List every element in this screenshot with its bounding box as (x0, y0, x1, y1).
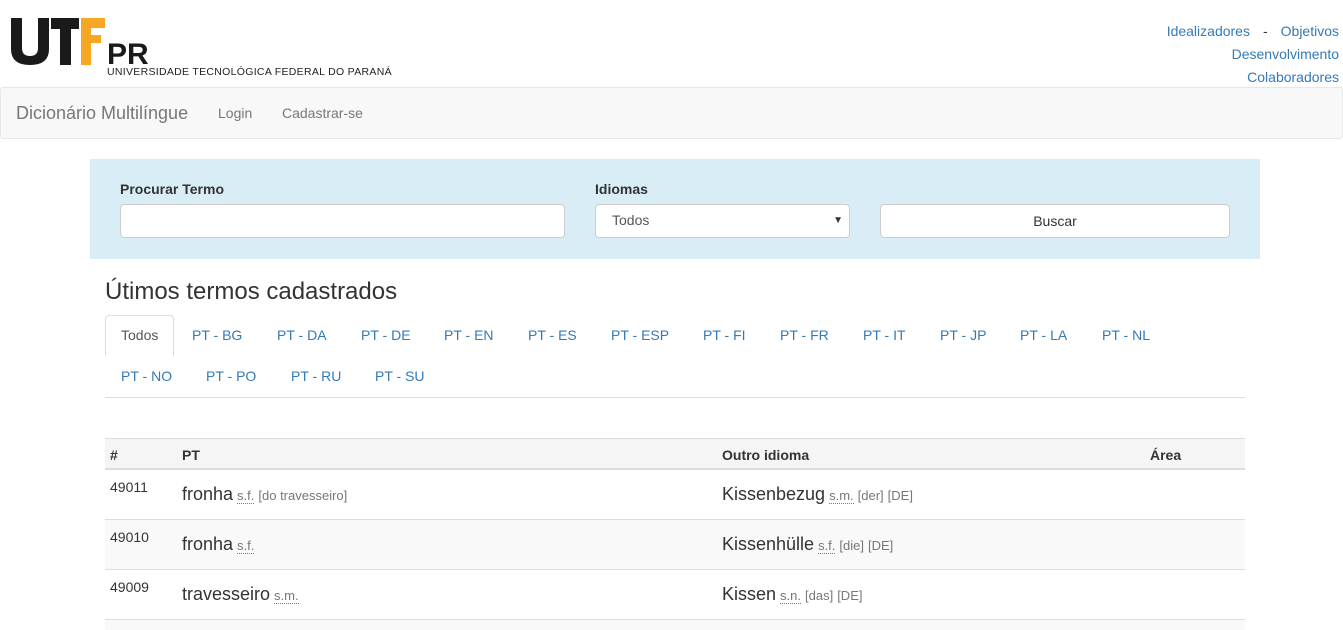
link-separator: - (1262, 23, 1268, 39)
search-button[interactable]: Buscar (880, 204, 1230, 238)
col-other: Outro idioma (722, 447, 810, 463)
term-label: Procurar Termo (120, 181, 224, 197)
tab-pt-nl[interactable]: PT - NL (1087, 315, 1165, 356)
other-term[interactable]: Kissenbezug (722, 484, 825, 504)
tab-pt-po[interactable]: PT - PO (191, 356, 271, 397)
top-links: Idealizadores - Objetivos Desenvolvimento … (1167, 20, 1339, 89)
row-id: 49010 (110, 529, 149, 545)
other-class: s.m. (829, 488, 854, 504)
row-pt: travesseiro s.m. (182, 584, 299, 605)
navbar: Dicionário Multilíngue Login Cadastrar-s… (0, 87, 1343, 139)
tab-pt-su[interactable]: PT - SU (360, 356, 440, 397)
navbar-brand[interactable]: Dicionário Multilíngue (16, 103, 188, 124)
top-header: PR UNIVERSIDADE TECNOLÓGICA FEDERAL DO P… (0, 0, 1343, 87)
table-header: # PT Outro idioma Área (105, 438, 1245, 470)
lang-label: Idiomas (595, 181, 648, 197)
svg-text:PR: PR (107, 38, 149, 68)
row-id: 49011 (110, 479, 148, 495)
tab-pt-jp[interactable]: PT - JP (925, 315, 1001, 356)
tab-pt-no[interactable]: PT - NO (106, 356, 187, 397)
link-colaboradores[interactable]: Colaboradores (1247, 69, 1339, 85)
tab-pt-fr[interactable]: PT - FR (765, 315, 844, 356)
section-title: Útimos termos cadastrados (105, 278, 398, 305)
tab-pt-la[interactable]: PT - LA (1005, 315, 1082, 356)
search-panel: Procurar Termo Idiomas Todos ▼ Buscar (90, 159, 1260, 259)
other-lang: [DE] (867, 538, 894, 553)
table-row: 49010 fronha s.f. Kissenhülle s.f. [die] [DE… (105, 520, 1245, 570)
row-pt: fronha s.f. [do travesseiro] (182, 484, 347, 505)
table-row-partial (105, 620, 1245, 630)
col-pt: PT (182, 447, 200, 463)
row-pt: fronha s.f. (182, 534, 255, 555)
language-tabs: Todos PT - BG PT - DA PT - DE PT - EN PT… (105, 315, 1245, 398)
tab-pt-esp[interactable]: PT - ESP (596, 315, 684, 356)
link-idealizadores[interactable]: Idealizadores (1167, 23, 1250, 39)
row-other: Kissenhülle s.f. [die] [DE] (722, 534, 893, 555)
pt-class: s.m. (274, 588, 299, 604)
table-row: 49011 fronha s.f. [do travesseiro] Kissenb… (105, 470, 1245, 520)
nav-signup[interactable]: Cadastrar-se (282, 105, 363, 121)
pt-term[interactable]: fronha (182, 484, 233, 504)
row-id: 49009 (110, 579, 149, 595)
pt-class: s.f. (237, 538, 255, 554)
tab-todos[interactable]: Todos (105, 315, 175, 357)
other-article: [die] (839, 538, 864, 553)
tab-pt-ru[interactable]: PT - RU (276, 356, 356, 397)
other-term[interactable]: Kissenhülle (722, 534, 814, 554)
tab-pt-de[interactable]: PT - DE (346, 315, 426, 356)
table-row: 49009 travesseiro s.m. Kissen s.n. [das] [DE… (105, 570, 1245, 620)
chevron-down-icon: ▼ (833, 215, 843, 226)
other-lang: [DE] (837, 588, 863, 603)
tab-pt-bg[interactable]: PT - BG (177, 315, 257, 356)
language-select-value: Todos (612, 212, 650, 228)
nav-login[interactable]: Login (218, 105, 252, 121)
row-other: Kissen s.n. [das] [DE] (722, 584, 862, 605)
other-class: s.f. (818, 538, 836, 554)
pt-class: s.f. (237, 488, 255, 504)
logo-subtitle: UNIVERSIDADE TECNOLÓGICA FEDERAL DO PARA… (107, 66, 392, 78)
tab-pt-en[interactable]: PT - EN (429, 315, 509, 356)
tab-pt-da[interactable]: PT - DA (262, 315, 342, 356)
other-class: s.n. (780, 588, 801, 604)
other-lang: [DE] (887, 488, 913, 503)
pt-term[interactable]: travesseiro (182, 584, 270, 604)
tab-pt-es[interactable]: PT - ES (513, 315, 592, 356)
tab-pt-fi[interactable]: PT - FI (688, 315, 761, 356)
pt-extra: [do travesseiro] (258, 488, 348, 503)
col-area: Área (1150, 447, 1182, 463)
utfpr-logo[interactable]: PR UNIVERSIDADE TECNOLÓGICA FEDERAL DO P… (11, 18, 401, 80)
other-article: [das] (805, 588, 834, 603)
pt-term[interactable]: fronha (182, 534, 233, 554)
tab-pt-it[interactable]: PT - IT (848, 315, 921, 356)
col-id: # (110, 447, 118, 463)
link-objetivos[interactable]: Objetivos (1281, 23, 1339, 39)
language-select[interactable]: Todos ▼ (595, 204, 850, 238)
row-other: Kissenbezug s.m. [der] [DE] (722, 484, 913, 505)
search-term-input[interactable] (120, 204, 565, 238)
link-desenvolvimento[interactable]: Desenvolvimento (1232, 46, 1339, 62)
other-term[interactable]: Kissen (722, 584, 776, 604)
other-article: [der] (857, 488, 884, 503)
utfpr-logo-mark: PR (11, 18, 149, 68)
